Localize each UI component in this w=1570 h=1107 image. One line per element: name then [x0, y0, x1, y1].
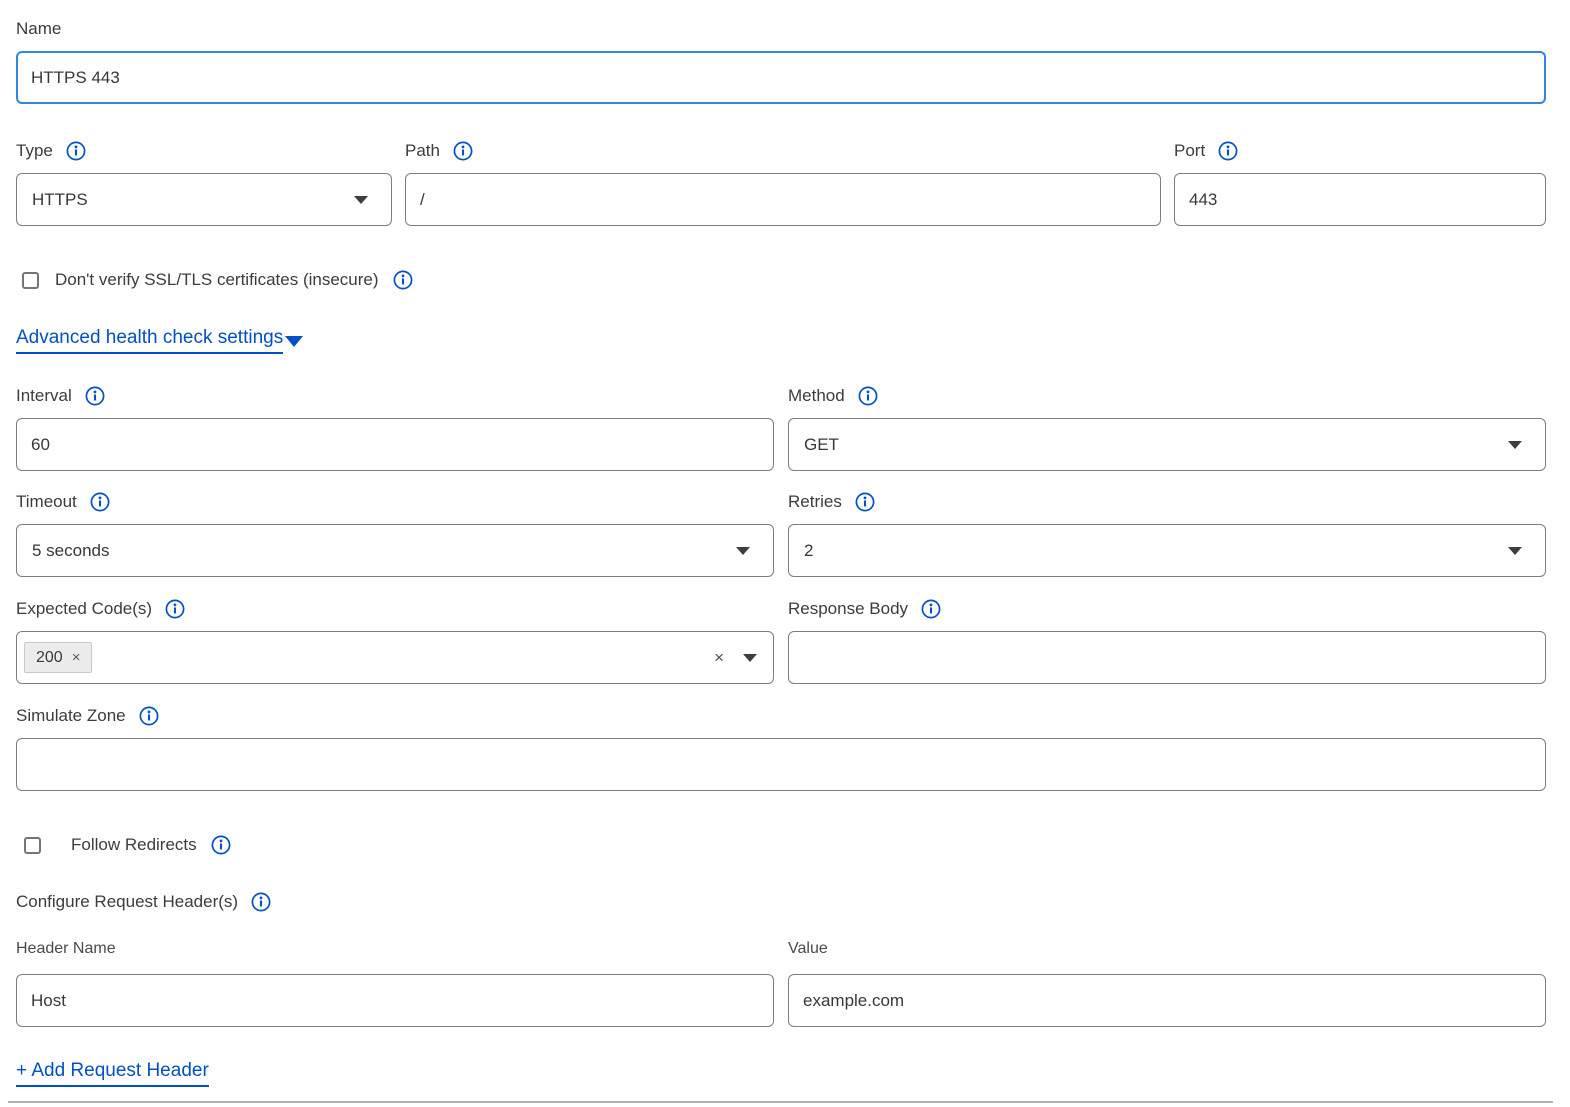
tag-remove-icon[interactable]: ×	[72, 649, 81, 666]
advanced-settings-toggle[interactable]: Advanced health check settings	[16, 327, 303, 354]
follow-redirects-info-icon[interactable]	[211, 835, 231, 855]
port-input[interactable]	[1174, 173, 1546, 226]
type-info-icon[interactable]	[66, 141, 86, 161]
port-label: Port	[1174, 140, 1205, 162]
retries-info-icon[interactable]	[855, 492, 875, 512]
name-input[interactable]	[16, 51, 1546, 104]
timeout-select-value: 5 seconds	[32, 541, 110, 561]
verify-ssl-info-icon[interactable]	[393, 270, 413, 290]
add-request-header-label: + Add Request Header	[16, 1060, 209, 1087]
interval-label: Interval	[16, 385, 72, 407]
request-headers-info-icon[interactable]	[251, 892, 271, 912]
path-info-icon[interactable]	[453, 141, 473, 161]
health-check-form: Name Type HTTPS Path	[0, 0, 1570, 1107]
header-value-input[interactable]	[788, 974, 1546, 1027]
expected-codes-label: Expected Code(s)	[16, 598, 152, 620]
expected-code-tag-value: 200	[36, 649, 63, 667]
expected-code-tag: 200 ×	[24, 642, 92, 673]
retries-select-value: 2	[804, 541, 813, 561]
type-select[interactable]: HTTPS	[16, 173, 392, 226]
timeout-label: Timeout	[16, 491, 77, 513]
port-info-icon[interactable]	[1218, 141, 1238, 161]
triangle-down-icon	[285, 336, 303, 347]
path-input[interactable]	[405, 173, 1161, 226]
verify-ssl-checkbox[interactable]	[22, 272, 39, 289]
interval-info-icon[interactable]	[85, 386, 105, 406]
request-headers-heading: Configure Request Header(s)	[16, 891, 238, 913]
chevron-down-icon	[354, 196, 368, 204]
retries-label: Retries	[788, 491, 842, 513]
response-body-label: Response Body	[788, 598, 908, 620]
follow-redirects-checkbox[interactable]	[24, 837, 41, 854]
add-request-header-link[interactable]: + Add Request Header	[16, 1060, 209, 1087]
retries-select[interactable]: 2	[788, 524, 1546, 577]
chevron-down-icon	[1508, 547, 1522, 555]
interval-input[interactable]	[16, 418, 774, 471]
type-select-value: HTTPS	[32, 190, 88, 210]
method-select-value: GET	[804, 435, 839, 455]
simulate-zone-info-icon[interactable]	[139, 706, 159, 726]
response-body-info-icon[interactable]	[921, 599, 941, 619]
timeout-info-icon[interactable]	[90, 492, 110, 512]
follow-redirects-label: Follow Redirects	[71, 835, 197, 855]
timeout-select[interactable]: 5 seconds	[16, 524, 774, 577]
header-name-label: Header Name	[16, 938, 116, 960]
method-label: Method	[788, 385, 845, 407]
expected-codes-multiselect[interactable]: 200 × ×	[16, 631, 774, 684]
chevron-down-icon	[736, 547, 750, 555]
verify-ssl-label: Don't verify SSL/TLS certificates (insec…	[55, 270, 379, 290]
header-name-input[interactable]	[16, 974, 774, 1027]
chevron-down-icon[interactable]	[743, 654, 757, 662]
header-value-label: Value	[788, 938, 828, 960]
type-label: Type	[16, 140, 53, 162]
name-label: Name	[16, 18, 61, 40]
simulate-zone-input[interactable]	[16, 738, 1546, 791]
request-header-row: Header Name Value	[16, 938, 1546, 1027]
path-label: Path	[405, 140, 440, 162]
method-select[interactable]: GET	[788, 418, 1546, 471]
simulate-zone-label: Simulate Zone	[16, 705, 126, 727]
expected-codes-info-icon[interactable]	[165, 599, 185, 619]
advanced-settings-label: Advanced health check settings	[16, 327, 283, 354]
clear-selection-icon[interactable]: ×	[714, 649, 724, 666]
response-body-input[interactable]	[788, 631, 1546, 684]
method-info-icon[interactable]	[858, 386, 878, 406]
section-divider	[8, 1101, 1553, 1103]
chevron-down-icon	[1508, 441, 1522, 449]
